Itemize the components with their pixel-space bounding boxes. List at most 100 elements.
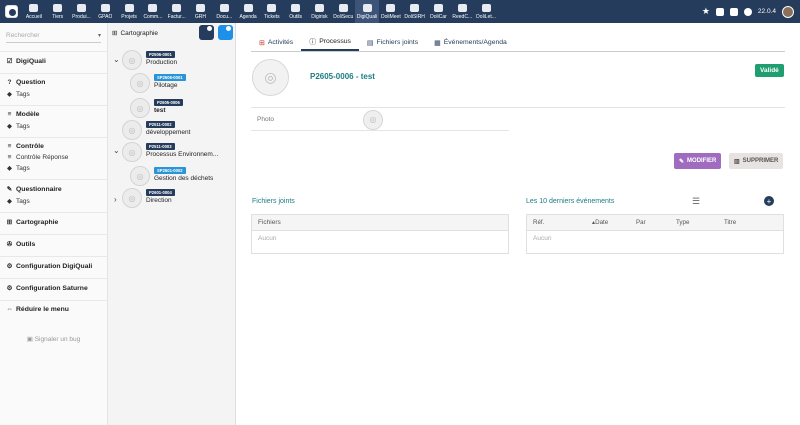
- menu-item-10[interactable]: Tickets: [260, 0, 284, 23]
- menu-item-11[interactable]: Outils: [284, 0, 308, 23]
- menu-controle-reponse-label: Contrôle Réponse: [16, 154, 69, 161]
- menu-item-12[interactable]: Digirisk: [308, 0, 332, 23]
- chevron-down-icon[interactable]: ⌄: [113, 55, 120, 64]
- tab-processus[interactable]: ⓘ Processus: [301, 34, 359, 51]
- add-event-button[interactable]: +: [764, 196, 774, 206]
- photo-placeholder-icon: ◎: [122, 142, 142, 162]
- app-logo[interactable]: [0, 0, 22, 23]
- menu-item-18[interactable]: ReedC...: [450, 0, 474, 23]
- tree-node[interactable]: ◎ SP2506-0001 Pilotage: [130, 73, 186, 93]
- menu-reduire[interactable]: ⇔ Réduire le menu: [6, 306, 101, 313]
- search-input[interactable]: Rechercher ▾: [6, 29, 101, 43]
- menu-item-label: Outils: [289, 14, 303, 20]
- menu-controle[interactable]: ≡ Contrôle: [6, 143, 101, 150]
- menu-item-15[interactable]: DoliMeet: [379, 0, 403, 23]
- col-titre[interactable]: Titre: [724, 219, 736, 226]
- tree-toggle-button[interactable]: [199, 25, 214, 40]
- col-date[interactable]: ▴Date: [592, 219, 608, 226]
- print-icon[interactable]: [729, 7, 738, 16]
- menu-config-digiquali-block: ⚙ Configuration DigiQuali: [0, 256, 107, 278]
- menu-controle-reponse[interactable]: ≡ Contrôle Réponse: [6, 154, 101, 161]
- menu-modele[interactable]: ≡ Modèle: [6, 111, 101, 118]
- node-name: Pilotage: [154, 82, 178, 89]
- star-icon[interactable]: ★: [702, 6, 710, 17]
- files-title: Fichiers joints: [252, 198, 295, 205]
- tab-evenements[interactable]: ▦ Événements/Agenda: [426, 34, 515, 51]
- node-ref: P2511-0002: [146, 121, 175, 128]
- folder-icon: [219, 4, 229, 12]
- menu-digiquali-label: DigiQuali: [16, 57, 46, 65]
- menu-item-17[interactable]: DoliCar: [427, 0, 451, 23]
- menu-outils[interactable]: ✇ Outils: [6, 240, 101, 249]
- tab-fichiers[interactable]: ▤ Fichiers joints: [359, 34, 426, 51]
- menu-item-4[interactable]: Projets: [117, 0, 141, 23]
- menu-item-14[interactable]: DigiQuali: [355, 0, 379, 23]
- menu-cartographie[interactable]: ⊞ Cartographie: [6, 218, 101, 227]
- menu-outils-block: ✇ Outils: [0, 234, 107, 256]
- edit-button[interactable]: ✎ MODIFIER: [674, 153, 722, 169]
- help-icon[interactable]: [743, 7, 752, 16]
- chevron-right-icon[interactable]: ›: [114, 195, 117, 204]
- tree-node[interactable]: ◎ P2506-0001 Production: [122, 50, 177, 70]
- menu-question-block: ? Question ◆ Tags: [0, 73, 107, 105]
- events-empty: Aucun: [533, 235, 552, 242]
- menu-reduire-block: ⇔ Réduire le menu: [0, 300, 107, 321]
- menu-item-3[interactable]: GPAO: [93, 0, 117, 23]
- col-par[interactable]: Par: [636, 219, 646, 226]
- divider: [251, 107, 785, 108]
- menu-config-saturne[interactable]: ⚙ Configuration Saturne: [6, 284, 101, 293]
- menu-item-7[interactable]: GRH: [189, 0, 213, 23]
- menu-item-label: Agenda: [239, 14, 257, 20]
- menu-item-8[interactable]: Docu...: [212, 0, 236, 23]
- events-title: Les 10 derniers événements: [526, 198, 615, 205]
- menu-questionnaire-block: ✎ Questionnaire ◆ Tags: [0, 179, 107, 212]
- menu-modele-tags[interactable]: ◆ Tags: [6, 122, 101, 131]
- menu-item-19[interactable]: DoliLet...: [474, 0, 498, 23]
- menu-questionnaire-tags[interactable]: ◆ Tags: [6, 197, 101, 206]
- menu-item-6[interactable]: Factur...: [165, 0, 189, 23]
- list-icon[interactable]: ☰: [692, 196, 700, 207]
- menu-item-1[interactable]: Tiers: [46, 0, 70, 23]
- edit-icon: ✎: [679, 158, 685, 165]
- main-content: ⊞ Activités ⓘ Processus ▤ Fichiers joints ▦…: [237, 23, 800, 425]
- tree-node[interactable]: ◎ P2511-0003 Processus Environnem...: [122, 142, 218, 162]
- calendar-icon: ▦: [434, 39, 441, 47]
- menu-config-saturne-block: ⚙ Configuration Saturne: [0, 278, 107, 300]
- globe-icon[interactable]: [715, 7, 724, 16]
- menu-item-9[interactable]: Agenda: [236, 0, 260, 23]
- col-ref[interactable]: Réf.: [533, 219, 544, 226]
- menu-config-digiquali[interactable]: ⚙ Configuration DigiQuali: [6, 262, 101, 271]
- avatar[interactable]: [782, 5, 794, 18]
- chevron-down-icon[interactable]: ⌄: [113, 146, 120, 155]
- menu-modele-label: Modèle: [16, 111, 40, 118]
- menu-controle-tags[interactable]: ◆ Tags: [6, 164, 101, 173]
- menu-digiquali[interactable]: ☑ DigiQuali: [6, 57, 101, 66]
- tree-node[interactable]: ◎ P2511-0002 développement: [122, 120, 190, 140]
- gear-icon: ⚙: [6, 285, 13, 292]
- photo-placeholder-icon[interactable]: ◎: [363, 109, 383, 130]
- process-photo[interactable]: ◎: [252, 59, 289, 96]
- search-placeholder: Rechercher: [6, 32, 40, 39]
- menu-item-13[interactable]: DoliSecu: [331, 0, 355, 23]
- menu-item-16[interactable]: DoliSIRH: [403, 0, 427, 23]
- menu-item-label: DoliSIRH: [404, 14, 425, 20]
- tree-node[interactable]: ◎ SP2601-0002 Gestion des déchets: [130, 166, 213, 186]
- menu-question[interactable]: ? Question: [6, 79, 101, 86]
- status-badge: Validé: [755, 64, 784, 77]
- trash-icon: ▥: [734, 158, 740, 165]
- tree-node[interactable]: ◎ P2601-0004 Direction: [122, 188, 175, 208]
- tree-add-button[interactable]: [218, 25, 233, 40]
- menu-questionnaire[interactable]: ✎ Questionnaire: [6, 185, 101, 194]
- list-icon: ≡: [7, 143, 12, 150]
- menu-item-0[interactable]: Accueil: [22, 0, 46, 23]
- menu-item-2[interactable]: Produi...: [70, 0, 94, 23]
- tags-icon: ◆: [7, 198, 12, 205]
- col-type[interactable]: Type: [676, 219, 689, 226]
- tree-node-selected[interactable]: ◎ P2605-0006 test: [120, 96, 248, 120]
- tab-activites[interactable]: ⊞ Activités: [251, 34, 301, 51]
- menu-question-tags[interactable]: ◆ Tags: [6, 90, 101, 99]
- invoice-icon: [172, 4, 182, 12]
- report-bug-link[interactable]: ▣ Signaler un bug: [0, 335, 107, 343]
- menu-item-5[interactable]: Comm...: [141, 0, 165, 23]
- delete-button[interactable]: ▥ SUPPRIMER: [729, 153, 784, 169]
